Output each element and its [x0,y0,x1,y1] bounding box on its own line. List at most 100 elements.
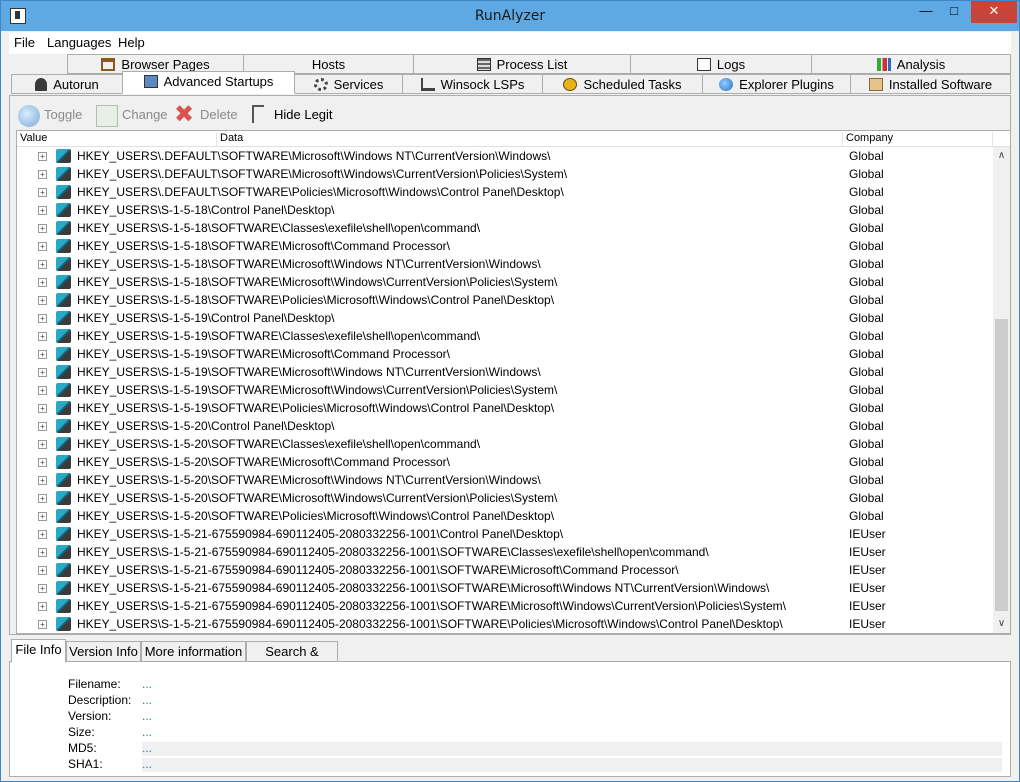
expand-icon[interactable]: + [38,206,47,215]
expand-icon[interactable]: + [38,476,47,485]
expand-icon[interactable]: + [38,278,47,287]
table-row[interactable]: + HKEY_USERS\S-1-5-19\SOFTWARE\Microsoft\… [17,345,992,363]
expand-icon[interactable]: + [38,458,47,467]
tab-advanced-startups[interactable]: Advanced Startups [122,71,295,94]
row-data: HKEY_USERS\S-1-5-18\Control Panel\Deskto… [77,203,335,217]
tab-logs[interactable]: Logs [630,54,812,74]
expand-icon[interactable]: + [38,260,47,269]
maximize-button[interactable]: □ [939,1,969,23]
expand-icon[interactable]: + [38,494,47,503]
table-row[interactable]: + HKEY_USERS\S-1-5-21-675590984-690112405… [17,597,992,615]
table-row[interactable]: + HKEY_USERS\S-1-5-19\SOFTWARE\Microsoft\… [17,363,992,381]
close-button[interactable]: ✕ [971,1,1017,23]
tab-winsock-lsps[interactable]: Winsock LSPs [402,74,543,94]
tab-search-filters[interactable]: Search & Filters [246,641,338,678]
column-data[interactable]: Data [217,132,843,147]
registry-icon [56,311,71,325]
table-row[interactable]: + HKEY_USERS\S-1-5-18\SOFTWARE\Classes\ex… [17,219,992,237]
table-row[interactable]: + HKEY_USERS\S-1-5-20\SOFTWARE\Classes\ex… [17,435,992,453]
table-row[interactable]: + HKEY_USERS\S-1-5-19\SOFTWARE\Microsoft\… [17,381,992,399]
minimize-button[interactable]: — [911,1,941,23]
table-row[interactable]: + HKEY_USERS\S-1-5-18\Control Panel\Deskt… [17,201,992,219]
tab-label: Services [333,77,384,92]
table-row[interactable]: + HKEY_USERS\S-1-5-18\SOFTWARE\Microsoft\… [17,255,992,273]
table-row[interactable]: + HKEY_USERS\S-1-5-20\SOFTWARE\Microsoft\… [17,471,992,489]
tab-explorer-plugins[interactable]: Explorer Plugins [702,74,851,94]
expand-icon[interactable]: + [38,386,47,395]
menu-help[interactable]: Help [118,35,145,50]
table-row[interactable]: + HKEY_USERS\S-1-5-19\Control Panel\Deskt… [17,309,992,327]
tab-version-info[interactable]: Version Info [66,641,141,662]
expand-icon[interactable]: + [38,602,47,611]
table-row[interactable]: + HKEY_USERS\S-1-5-19\SOFTWARE\Classes\ex… [17,327,992,345]
menu-file[interactable]: File [14,35,35,50]
expand-icon[interactable]: + [38,152,47,161]
registry-icon [56,203,71,217]
expand-icon[interactable]: + [38,296,47,305]
expand-icon[interactable]: + [38,404,47,413]
table-row[interactable]: + HKEY_USERS\S-1-5-20\SOFTWARE\Policies\M… [17,507,992,525]
tab-autorun[interactable]: Autorun [11,74,123,94]
tab-scheduled-tasks[interactable]: Scheduled Tasks [542,74,703,94]
table-row[interactable]: + HKEY_USERS\S-1-5-21-675590984-690112405… [17,615,992,633]
tab-analysis[interactable]: Analysis [811,54,1011,74]
field-label: MD5: [68,741,97,755]
delete-button[interactable]: ✖ Delete [174,103,238,128]
expand-icon[interactable]: + [38,314,47,323]
table-row[interactable]: + HKEY_USERS\S-1-5-21-675590984-690112405… [17,525,992,543]
expand-icon[interactable]: + [38,620,47,629]
table-row[interactable]: + HKEY_USERS\S-1-5-20\SOFTWARE\Microsoft\… [17,489,992,507]
expand-icon[interactable]: + [38,242,47,251]
house-icon [101,58,116,71]
delete-label: Delete [200,107,238,122]
field-value: ... [142,758,1002,772]
column-company[interactable]: Company [843,132,993,147]
expand-icon[interactable]: + [38,422,47,431]
expand-icon[interactable]: + [38,584,47,593]
scroll-thumb[interactable] [995,319,1008,611]
field-value: ... [142,709,153,723]
menu-languages[interactable]: Languages [47,35,111,50]
table-row[interactable]: + HKEY_USERS\S-1-5-18\SOFTWARE\Microsoft\… [17,273,992,291]
table-row[interactable]: + HKEY_USERS\S-1-5-21-675590984-690112405… [17,543,992,561]
tab-file-info[interactable]: File Info [11,639,66,663]
table-row[interactable]: + HKEY_USERS\.DEFAULT\SOFTWARE\Policies\M… [17,183,992,201]
scroll-down-icon[interactable]: ∨ [993,615,1010,632]
scroll-up-icon[interactable]: ∧ [993,147,1010,164]
expand-icon[interactable]: + [38,440,47,449]
table-row[interactable]: + HKEY_USERS\S-1-5-19\SOFTWARE\Policies\M… [17,399,992,417]
table-row[interactable]: + HKEY_USERS\S-1-5-20\SOFTWARE\Microsoft\… [17,453,992,471]
toggle-button[interactable]: Toggle [18,104,82,128]
globe-icon [719,78,734,91]
chart-icon [876,58,891,71]
row-company: Global [849,491,884,505]
expand-icon[interactable]: + [38,170,47,179]
table-row[interactable]: + HKEY_USERS\S-1-5-20\Control Panel\Deskt… [17,417,992,435]
table-row[interactable]: + HKEY_USERS\.DEFAULT\SOFTWARE\Microsoft\… [17,147,992,165]
table-row[interactable]: + HKEY_USERS\S-1-5-21-675590984-690112405… [17,579,992,597]
expand-icon[interactable]: + [38,332,47,341]
tab-more-information[interactable]: More information [141,641,246,662]
table-row[interactable]: + HKEY_USERS\S-1-5-18\SOFTWARE\Microsoft\… [17,237,992,255]
expand-icon[interactable]: + [38,350,47,359]
tab-installed-software[interactable]: Installed Software [850,74,1011,94]
expand-icon[interactable]: + [38,224,47,233]
expand-icon[interactable]: + [38,188,47,197]
change-button[interactable]: Change [96,104,168,128]
column-value[interactable]: Value [17,132,217,147]
expand-icon[interactable]: + [38,512,47,521]
tab-process-list[interactable]: Process List [413,54,631,74]
title-bar[interactable]: RunAlyzer — □ ✕ [1,1,1019,31]
tab-services[interactable]: Services [294,74,403,94]
expand-icon[interactable]: + [38,368,47,377]
expand-icon[interactable]: + [38,566,47,575]
row-company: Global [849,365,884,379]
table-row[interactable]: + HKEY_USERS\.DEFAULT\SOFTWARE\Microsoft\… [17,165,992,183]
table-row[interactable]: + HKEY_USERS\S-1-5-21-675590984-690112405… [17,561,992,579]
expand-icon[interactable]: + [38,548,47,557]
table-row[interactable]: + HKEY_USERS\S-1-5-18\SOFTWARE\Policies\M… [17,291,992,309]
hide-legit-button[interactable]: Hide Legit [248,104,333,128]
expand-icon[interactable]: + [38,530,47,539]
vertical-scrollbar[interactable]: ∧ ∨ [993,147,1010,633]
startup-list[interactable]: Value Data Company + HKEY_USERS\.DEFAULT\… [16,130,1011,634]
